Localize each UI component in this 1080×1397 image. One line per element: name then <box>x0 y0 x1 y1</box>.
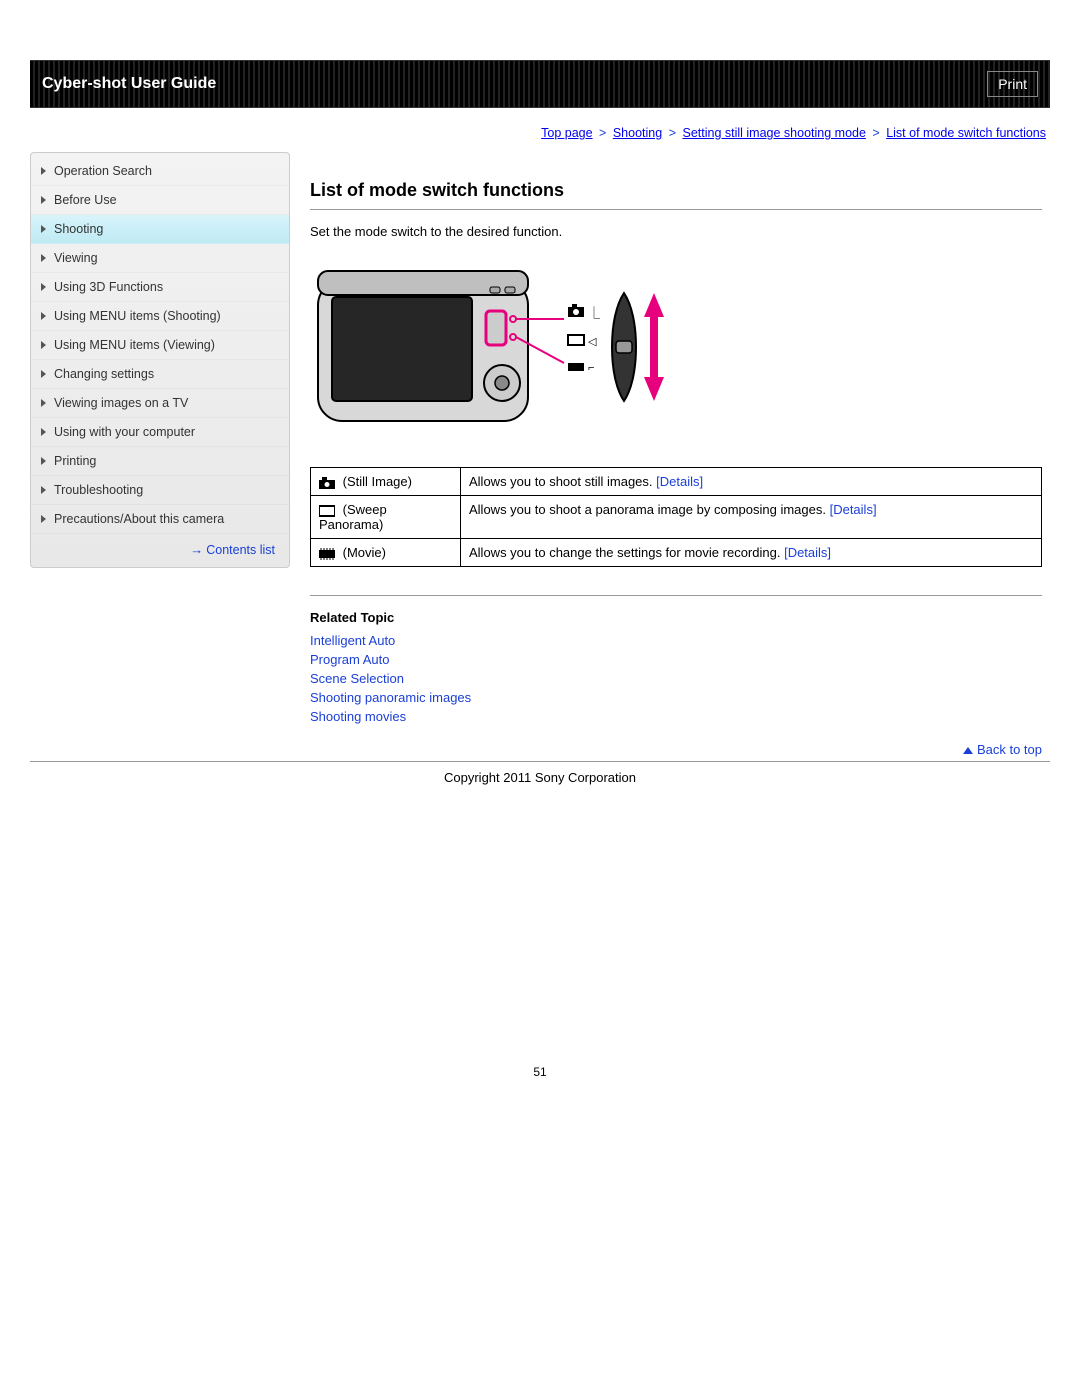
sidebar-item-shooting[interactable]: Shooting <box>31 215 289 244</box>
mode-desc: Allows you to shoot a panorama image by … <box>469 502 826 517</box>
sidebar-item-printing[interactable]: Printing <box>31 447 289 476</box>
sidebar-item-troubleshooting[interactable]: Troubleshooting <box>31 476 289 505</box>
sidebar-item-label: Using with your computer <box>54 425 195 439</box>
breadcrumb-item[interactable]: Setting still image shooting mode <box>682 126 865 140</box>
breadcrumb-item[interactable]: Top page <box>541 126 592 140</box>
contents-list-label[interactable]: Contents list <box>206 543 275 557</box>
sidebar-item-label: Shooting <box>54 222 103 236</box>
mode-desc: Allows you to change the settings for mo… <box>469 545 780 560</box>
camera-illustration: ⎿ ◁ ⌐ <box>310 253 1042 443</box>
related-link[interactable]: Shooting movies <box>310 709 406 724</box>
breadcrumb-item[interactable]: Shooting <box>613 126 662 140</box>
sidebar-item-operation-search[interactable]: Operation Search <box>31 157 289 186</box>
camera-icon <box>319 477 335 489</box>
mode-name: (Movie) <box>343 545 386 560</box>
details-link[interactable]: [Details] <box>784 545 831 560</box>
related-link[interactable]: Intelligent Auto <box>310 633 395 648</box>
footer-divider <box>30 761 1050 762</box>
mode-name: (Still Image) <box>343 474 412 489</box>
panorama-icon <box>319 505 335 517</box>
copyright-text: Copyright 2011 Sony Corporation <box>30 770 1050 785</box>
sidebar-item-menu-viewing[interactable]: Using MENU items (Viewing) <box>31 331 289 360</box>
page-number: 51 <box>30 1065 1050 1079</box>
title-divider <box>310 209 1042 210</box>
sidebar: Operation Search Before Use Shooting Vie… <box>30 152 290 568</box>
chevron-right-icon <box>41 457 46 465</box>
chevron-right-icon <box>41 428 46 436</box>
sidebar-item-label: Using MENU items (Viewing) <box>54 338 215 352</box>
sidebar-item-precautions[interactable]: Precautions/About this camera <box>31 505 289 534</box>
mode-desc: Allows you to shoot still images. <box>469 474 653 489</box>
back-to-top[interactable]: Back to top <box>310 742 1042 757</box>
details-link[interactable]: [Details] <box>656 474 703 489</box>
sidebar-item-before-use[interactable]: Before Use <box>31 186 289 215</box>
sidebar-item-label: Printing <box>54 454 96 468</box>
chevron-right-icon <box>41 167 46 175</box>
sidebar-item-label: Operation Search <box>54 164 152 178</box>
related-heading: Related Topic <box>310 610 1042 625</box>
sidebar-item-label: Changing settings <box>54 367 154 381</box>
svg-text:◁: ◁ <box>588 336 597 348</box>
intro-text: Set the mode switch to the desired funct… <box>310 224 1042 239</box>
breadcrumb-item[interactable]: List of mode switch functions <box>886 126 1046 140</box>
modes-table: (Still Image) Allows you to shoot still … <box>310 467 1042 567</box>
chevron-right-icon <box>41 515 46 523</box>
back-to-top-label[interactable]: Back to top <box>977 742 1042 757</box>
sidebar-item-3d-functions[interactable]: Using 3D Functions <box>31 273 289 302</box>
chevron-right-icon <box>41 225 46 233</box>
main-content: List of mode switch functions Set the mo… <box>310 152 1050 757</box>
chevron-up-icon <box>963 747 973 754</box>
sidebar-item-label: Before Use <box>54 193 117 207</box>
sidebar-item-label: Using MENU items (Shooting) <box>54 309 221 323</box>
print-button[interactable]: Print <box>987 71 1038 97</box>
sidebar-item-label: Troubleshooting <box>54 483 143 497</box>
sidebar-item-label: Using 3D Functions <box>54 280 163 294</box>
movie-icon <box>319 548 335 560</box>
sidebar-item-viewing-tv[interactable]: Viewing images on a TV <box>31 389 289 418</box>
header-bar: Cyber-shot User Guide Print <box>30 60 1050 108</box>
chevron-right-icon <box>41 312 46 320</box>
chevron-right-icon <box>41 283 46 291</box>
sidebar-item-viewing[interactable]: Viewing <box>31 244 289 273</box>
chevron-right-icon <box>41 341 46 349</box>
chevron-right-icon <box>41 196 46 204</box>
related-link[interactable]: Shooting panoramic images <box>310 690 471 705</box>
sidebar-item-label: Viewing images on a TV <box>54 396 188 410</box>
chevron-right-icon <box>41 399 46 407</box>
related-link[interactable]: Program Auto <box>310 652 390 667</box>
page-title: List of mode switch functions <box>310 180 1042 201</box>
table-row: (Movie) Allows you to change the setting… <box>311 539 1042 567</box>
svg-text:⎿: ⎿ <box>588 305 600 320</box>
arrow-right-icon: → <box>190 542 203 557</box>
svg-text:⌐: ⌐ <box>588 362 594 374</box>
guide-title: Cyber-shot User Guide <box>42 75 216 93</box>
details-link[interactable]: [Details] <box>830 502 877 517</box>
chevron-right-icon <box>41 486 46 494</box>
sidebar-item-changing-settings[interactable]: Changing settings <box>31 360 289 389</box>
sidebar-item-label: Precautions/About this camera <box>54 512 224 526</box>
contents-list-link[interactable]: →Contents list <box>31 534 289 559</box>
related-divider <box>310 595 1042 596</box>
chevron-right-icon <box>41 370 46 378</box>
sidebar-item-computer[interactable]: Using with your computer <box>31 418 289 447</box>
related-link[interactable]: Scene Selection <box>310 671 404 686</box>
chevron-right-icon <box>41 254 46 262</box>
table-row: (Sweep Panorama) Allows you to shoot a p… <box>311 496 1042 539</box>
breadcrumb: Top page > Shooting > Setting still imag… <box>30 126 1050 140</box>
sidebar-item-menu-shooting[interactable]: Using MENU items (Shooting) <box>31 302 289 331</box>
related-links: Intelligent Auto Program Auto Scene Sele… <box>310 633 1042 724</box>
sidebar-item-label: Viewing <box>54 251 98 265</box>
table-row: (Still Image) Allows you to shoot still … <box>311 468 1042 496</box>
